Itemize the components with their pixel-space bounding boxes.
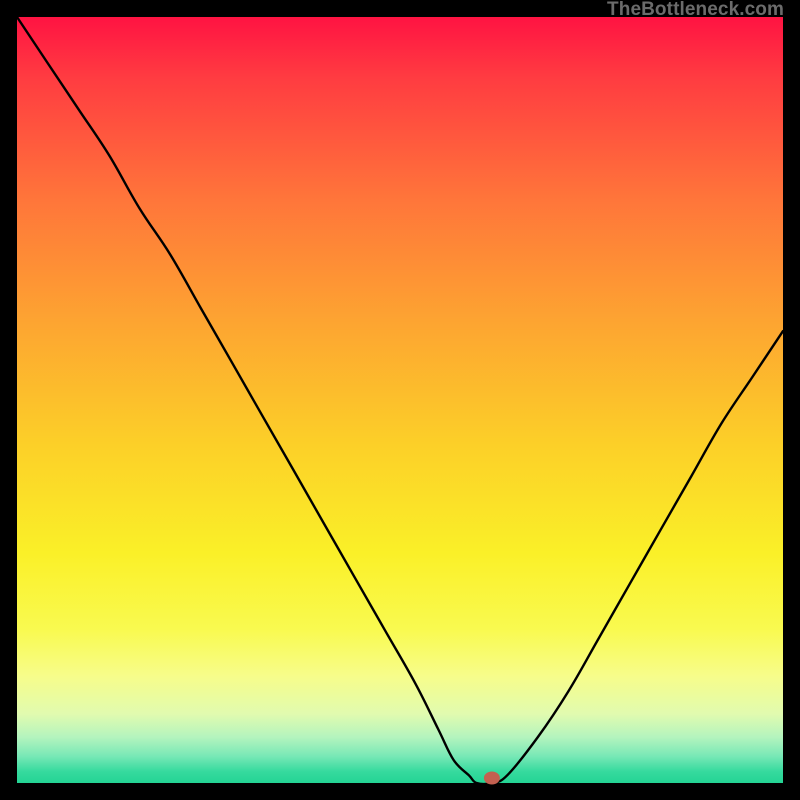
bottleneck-curve: [17, 17, 783, 784]
chart-frame: TheBottleneck.com: [0, 0, 800, 800]
curve-svg: [17, 17, 783, 783]
plot-area: [17, 17, 783, 783]
optimum-marker: [484, 772, 500, 785]
